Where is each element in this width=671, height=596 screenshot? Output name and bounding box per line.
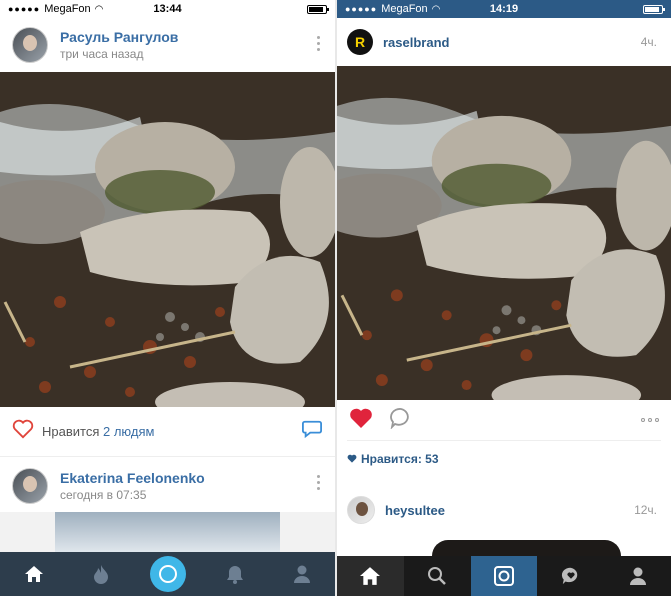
small-heart-icon (347, 452, 357, 466)
post-actions (337, 400, 671, 440)
post-time: сегодня в 07:35 (60, 488, 147, 502)
post-header: Ekaterina Feelonenko сегодня в 07:35 (0, 457, 335, 515)
post-header: R raselbrand 4ч. (337, 18, 671, 66)
battery-icon (307, 4, 329, 14)
comment-icon[interactable] (301, 419, 323, 444)
post-time: 4ч. (640, 35, 657, 49)
tab-bar (0, 552, 335, 596)
post-photo-preview[interactable] (0, 512, 335, 552)
comment-icon[interactable] (389, 407, 413, 434)
battery-icon (643, 4, 665, 14)
post-time: 12ч. (634, 503, 657, 517)
right-screen: ●●●●● MegaFon ◠ 14:19 R raselbrand 4ч. Н… (337, 0, 671, 596)
likes-count[interactable]: 2 людям (103, 424, 154, 439)
post-photo[interactable] (0, 72, 335, 407)
like-heart-icon[interactable] (349, 407, 373, 434)
author-name[interactable]: Ekaterina Feelonenko (60, 469, 205, 487)
left-screen: ●●●●● MegaFon ◠ 13:44 Расуль Рангулов тр… (0, 0, 335, 596)
author-name[interactable]: raselbrand (383, 35, 449, 50)
post-header: Расуль Рангулов три часа назад (0, 18, 335, 72)
search-icon[interactable] (404, 556, 471, 596)
avatar[interactable] (347, 496, 375, 524)
author-name[interactable]: heysultee (385, 503, 445, 518)
camera-tab[interactable] (148, 554, 188, 594)
camera-icon[interactable] (470, 556, 538, 596)
wifi-icon: ◠ (94, 3, 104, 15)
likes-count[interactable]: Нравится: 53 (361, 452, 439, 466)
more-options-icon[interactable] (317, 475, 321, 490)
home-icon[interactable] (337, 556, 404, 596)
post-photo[interactable] (337, 66, 671, 400)
like-heart-icon[interactable] (12, 419, 34, 444)
home-icon[interactable] (14, 554, 54, 594)
profile-icon[interactable] (604, 556, 671, 596)
carrier-name: MegaFon (381, 3, 428, 15)
avatar[interactable] (12, 468, 48, 504)
status-bar: ●●●●● MegaFon ◠ 13:44 (0, 0, 335, 18)
signal-icon: ●●●●● (345, 4, 378, 14)
post-time: три часа назад (60, 47, 144, 61)
camera-icon[interactable] (149, 556, 186, 592)
more-options-icon[interactable] (317, 36, 321, 51)
wifi-icon: ◠ (431, 3, 441, 15)
likes-label: Нравится (42, 424, 103, 439)
post-header: heysultee 12ч. (337, 487, 671, 533)
author-name[interactable]: Расуль Рангулов (60, 28, 178, 46)
likes-row[interactable]: Нравится: 53 (337, 441, 671, 477)
avatar[interactable] (12, 27, 48, 63)
more-options-icon[interactable] (641, 418, 659, 422)
tab-bar (337, 556, 671, 596)
carrier-name: MegaFon (44, 3, 91, 15)
post-actions: Нравится 2 людям (0, 407, 335, 457)
bell-icon[interactable] (215, 554, 255, 594)
brand-logo[interactable]: R (347, 29, 373, 55)
likes-text: Нравится 2 людям (42, 424, 154, 439)
post-photo-preview[interactable] (337, 534, 671, 556)
fire-icon[interactable] (81, 554, 121, 594)
signal-icon: ●●●●● (8, 4, 41, 14)
status-bar: ●●●●● MegaFon ◠ 14:19 (337, 0, 671, 18)
profile-icon[interactable] (282, 554, 322, 594)
activity-icon[interactable] (537, 556, 604, 596)
